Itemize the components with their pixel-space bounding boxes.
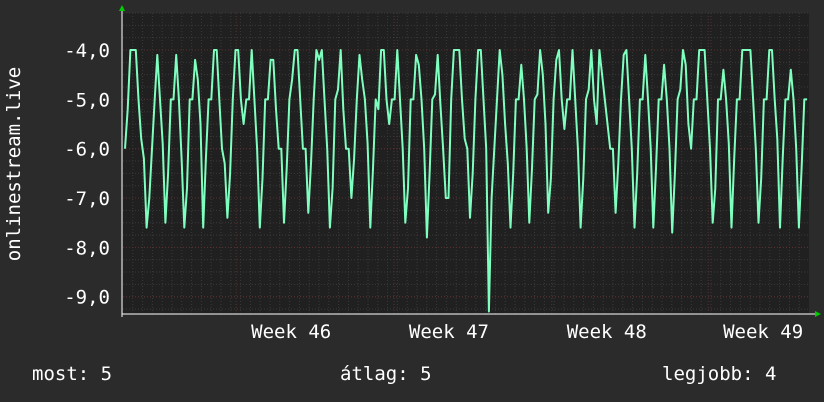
- x-tick-label: Week 48: [567, 321, 647, 343]
- stat-current: most: 5: [32, 363, 113, 385]
- y-tick-label: -8,0: [64, 237, 110, 259]
- stat-best: legjobb: 4: [662, 363, 777, 385]
- y-tick-label: -6,0: [64, 139, 110, 161]
- x-tick-label: Week 47: [409, 321, 489, 343]
- x-axis-ticks: Week 46 Week 47 Week 48 Week 49: [251, 321, 803, 343]
- y-axis-label: onlinestream.live: [3, 67, 25, 261]
- x-tick-label: Week 46: [251, 321, 331, 343]
- x-tick-label: Week 49: [723, 321, 803, 343]
- line-chart: -4,0-5,0-6,0-7,0-8,0-9,0 Week 46 Week 47 W…: [3, 5, 821, 343]
- y-tick-label: -5,0: [64, 89, 110, 111]
- y-axis-ticks: -4,0 -5,0 -6,0 -7,0 -8,0 -9,0: [64, 40, 110, 309]
- y-tick-label: -4,0: [64, 40, 110, 62]
- stat-average: átlag: 5: [340, 363, 432, 385]
- y-axis-arrow: [119, 5, 125, 11]
- y-tick-label: -7,0: [64, 188, 110, 210]
- x-axis-arrow: [815, 311, 821, 317]
- y-tick-label: -9,0: [64, 287, 110, 309]
